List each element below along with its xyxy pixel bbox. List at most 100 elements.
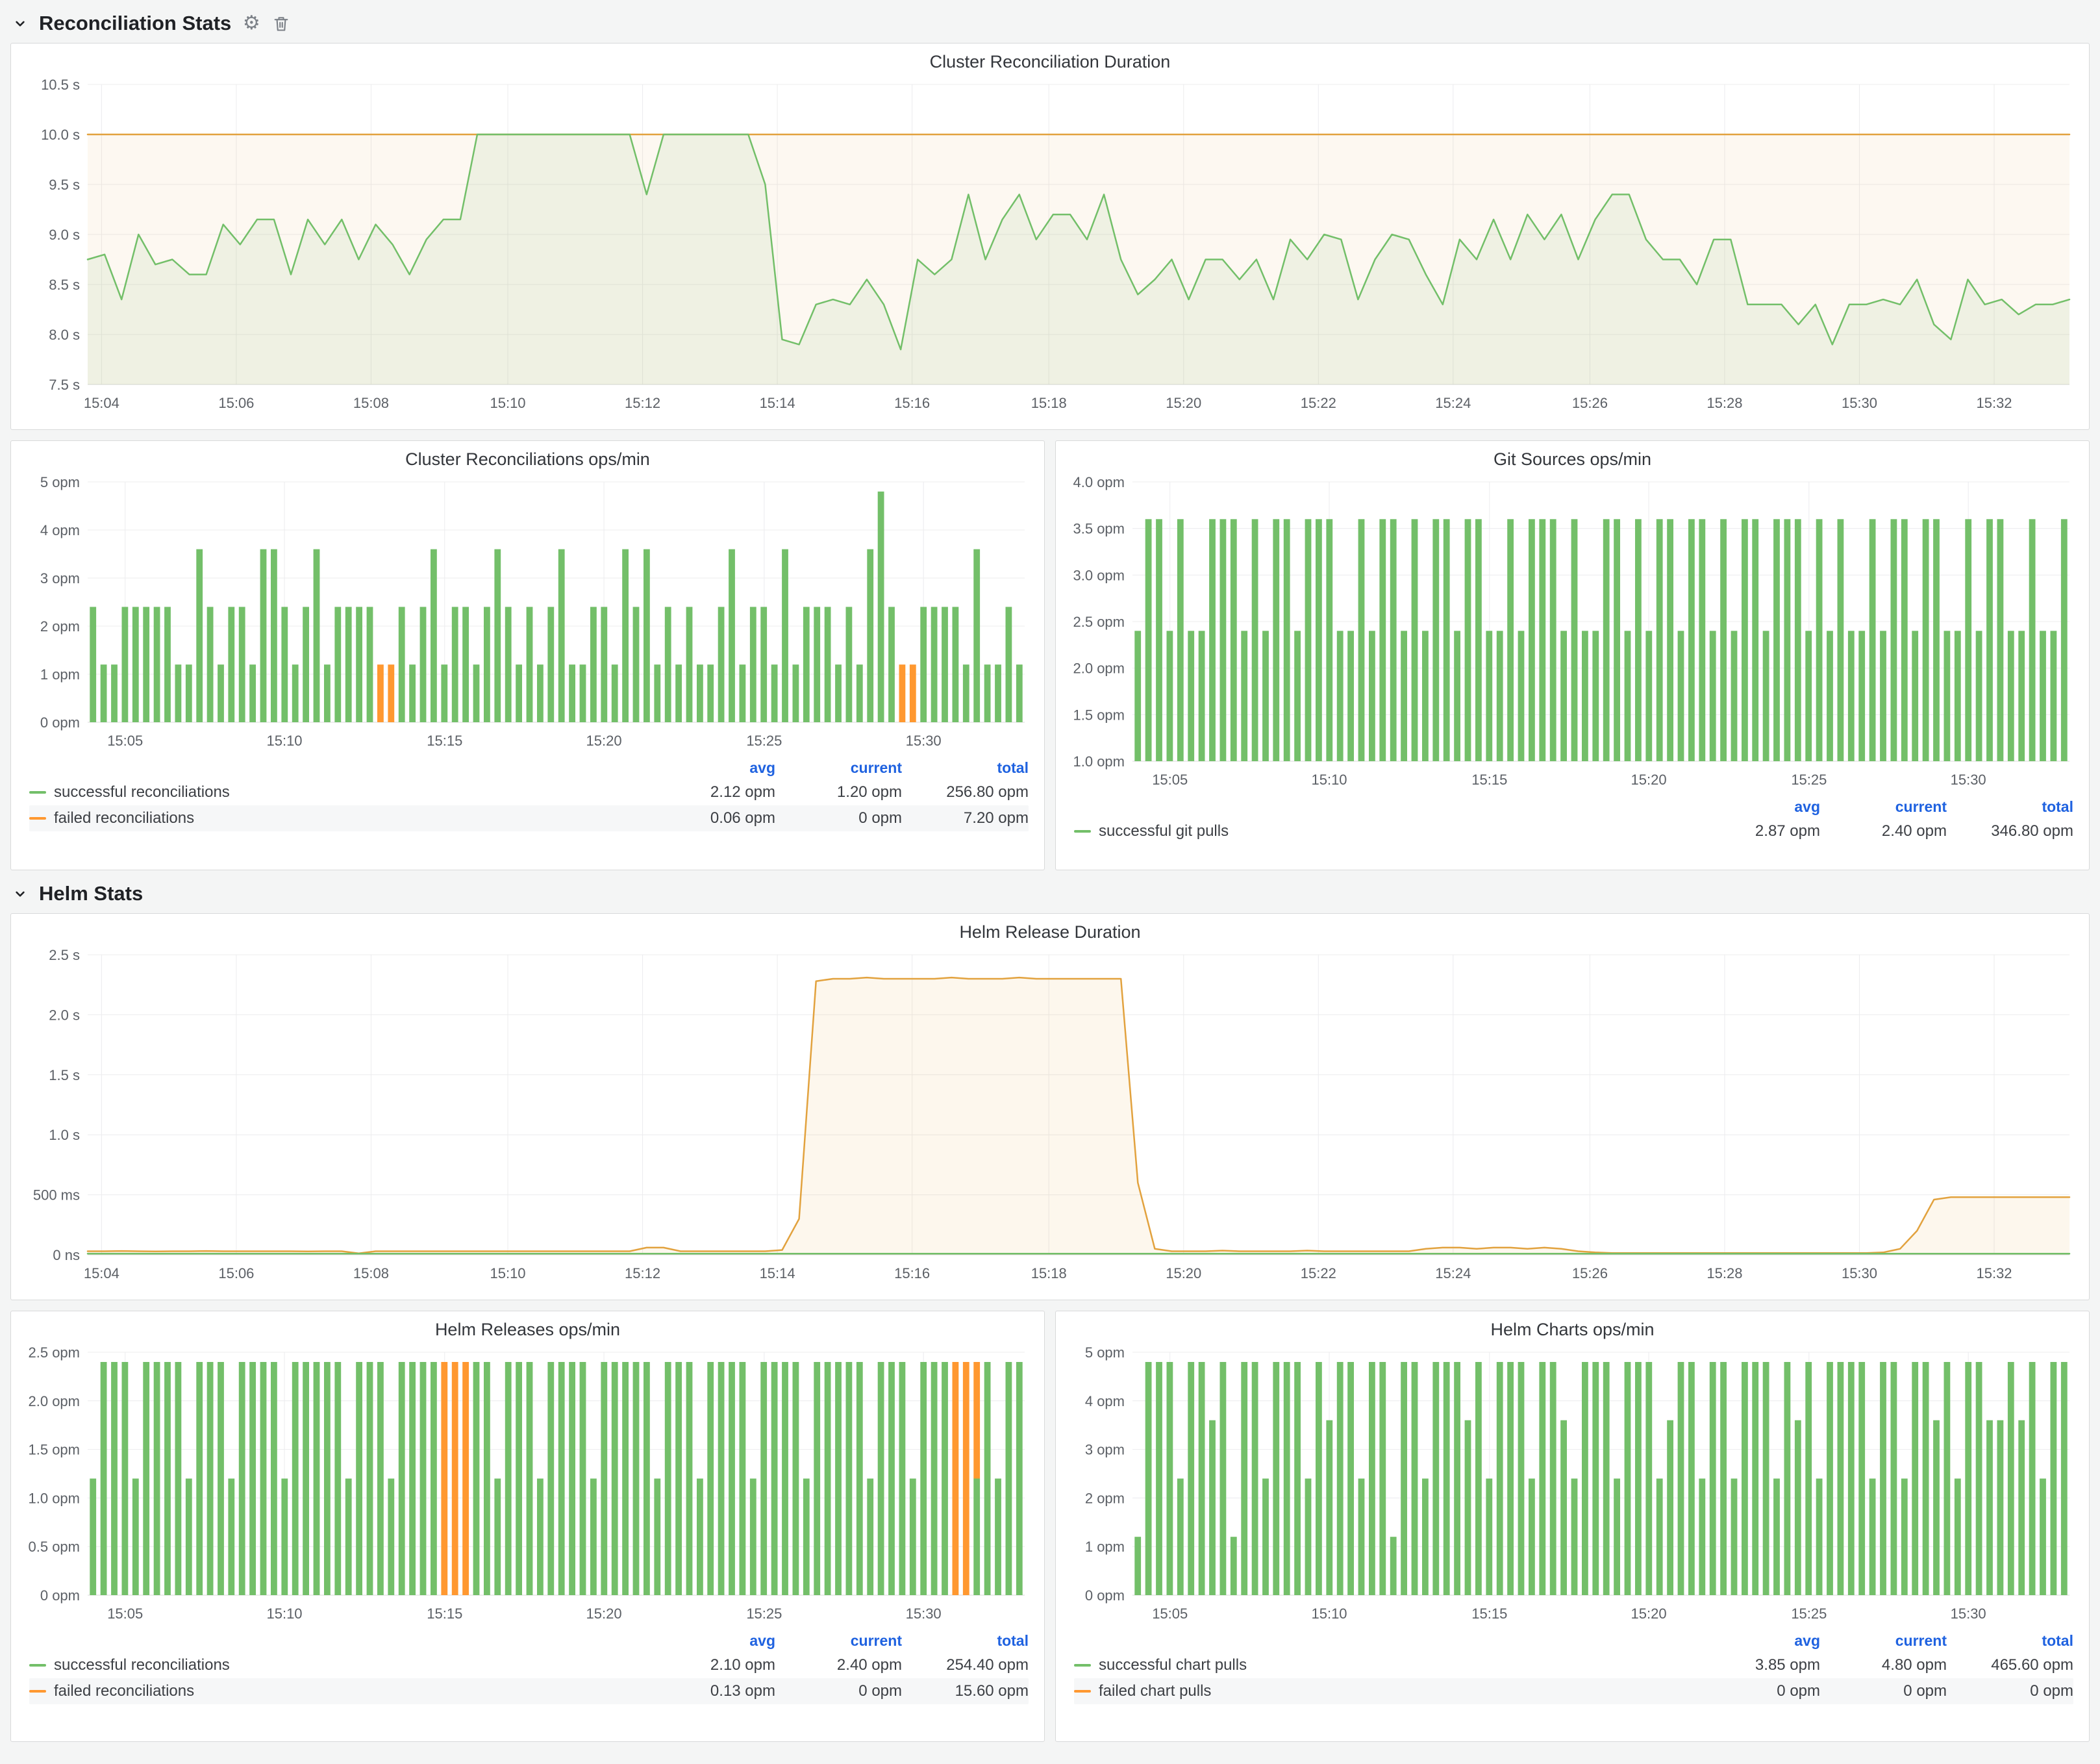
series-name: failed chart pulls [1099,1682,1211,1700]
svg-text:0 opm: 0 opm [40,1587,80,1604]
svg-text:15:05: 15:05 [107,733,143,749]
legend-series-label[interactable]: failed chart pulls [1074,1682,1694,1700]
panel-title[interactable]: Cluster Reconciliations ops/min [11,441,1044,472]
svg-text:15:30: 15:30 [1842,395,1877,411]
svg-text:15:10: 15:10 [490,395,525,411]
svg-text:15:05: 15:05 [1152,772,1188,788]
svg-text:2.0 opm: 2.0 opm [29,1393,81,1409]
legend-col-avg[interactable]: avg [649,1632,775,1650]
chart-svg: 15:0415:0615:0815:1015:1215:1415:1615:18… [16,74,2084,417]
svg-text:15:18: 15:18 [1031,1265,1067,1281]
svg-text:15:04: 15:04 [84,1265,119,1281]
svg-text:15:05: 15:05 [1152,1606,1188,1622]
section-header-helm[interactable]: Helm Stats [0,874,2100,913]
series-current: 0 opm [775,809,902,827]
svg-text:15:24: 15:24 [1435,395,1471,411]
legend-row: failed chart pulls 0 opm 0 opm 0 opm [1074,1678,2073,1704]
svg-text:9.0 s: 9.0 s [49,227,80,243]
trash-icon[interactable] [271,14,291,33]
svg-text:15:22: 15:22 [1301,395,1336,411]
legend-col-avg[interactable]: avg [1694,798,1820,816]
svg-text:3 opm: 3 opm [1085,1442,1125,1458]
timeseries-chart-cluster-duration[interactable]: 15:0415:0615:0815:1015:1215:1415:1615:18… [16,74,2084,417]
series-current: 2.40 opm [775,1656,902,1674]
legend-col-avg[interactable]: avg [649,759,775,777]
svg-text:1.5 opm: 1.5 opm [29,1442,81,1458]
svg-text:15:14: 15:14 [760,1265,795,1281]
svg-text:1 opm: 1 opm [40,666,80,683]
legend-series-label[interactable]: successful reconciliations [29,783,649,801]
legend-col-total[interactable]: total [1947,798,2073,816]
svg-text:15:15: 15:15 [427,733,462,749]
svg-text:15:20: 15:20 [1166,1265,1201,1281]
series-avg: 3.85 opm [1694,1656,1820,1674]
chart-svg: 15:0515:1015:1515:2015:2515:300 opm1 opm… [1061,1342,2084,1628]
legend-col-total[interactable]: total [902,759,1029,777]
legend-col-total[interactable]: total [1947,1632,2073,1650]
svg-text:15:30: 15:30 [1951,1606,1986,1622]
svg-text:1 opm: 1 opm [1085,1539,1125,1555]
svg-text:15:06: 15:06 [218,395,254,411]
legend-row: failed reconciliations 0.13 opm 0 opm 15… [29,1678,1029,1704]
svg-text:15:22: 15:22 [1301,1265,1336,1281]
legend-col-current[interactable]: current [775,1632,902,1650]
series-total: 256.80 opm [902,783,1029,801]
panel-title[interactable]: Cluster Reconciliation Duration [11,44,2089,74]
svg-text:2 opm: 2 opm [40,618,80,635]
svg-text:15:26: 15:26 [1572,1265,1608,1281]
svg-text:15:20: 15:20 [586,733,622,749]
series-avg: 2.87 opm [1694,822,1820,840]
svg-text:15:25: 15:25 [746,733,782,749]
bar-chart-helm-releases[interactable]: 15:0515:1015:1515:2015:2515:300 opm0.5 o… [16,1342,1039,1628]
legend-series-label[interactable]: failed reconciliations [29,1682,649,1700]
svg-text:2.0 s: 2.0 s [49,1007,80,1023]
bar-chart-helm-charts[interactable]: 15:0515:1015:1515:2015:2515:300 opm1 opm… [1061,1342,2084,1628]
legend-col-current[interactable]: current [1820,798,1947,816]
svg-text:15:12: 15:12 [625,1265,660,1281]
series-avg: 0.13 opm [649,1682,775,1700]
svg-text:1.0 opm: 1.0 opm [29,1490,81,1506]
legend-col-current[interactable]: current [1820,1632,1947,1650]
panel-title[interactable]: Helm Release Duration [11,914,2089,944]
svg-text:15:30: 15:30 [1842,1265,1877,1281]
gear-icon[interactable]: ⚙ [242,14,261,33]
svg-text:15:05: 15:05 [107,1606,143,1622]
svg-text:15:10: 15:10 [490,1265,525,1281]
panel-cluster-reconciliations-ops: Cluster Reconciliations ops/min 15:05 15:… [10,440,1045,870]
legend-row: failed reconciliations 0.06 opm 0 opm 7.… [29,805,1029,831]
series-avg: 2.12 opm [649,783,775,801]
legend: avg current total successful reconciliat… [11,755,1044,835]
panel-helm-charts-ops: Helm Charts ops/min 15:0515:1015:1515:20… [1055,1311,2090,1742]
panel-title[interactable]: Git Sources ops/min [1056,441,2089,472]
panel-title[interactable]: Helm Releases ops/min [11,1311,1044,1342]
legend-col-total[interactable]: total [902,1632,1029,1650]
svg-text:15:26: 15:26 [1572,395,1608,411]
panel-helm-release-duration: Helm Release Duration 15:0415:0615:0815:… [10,913,2090,1300]
section-title: Reconciliation Stats [39,12,231,35]
legend-series-label[interactable]: successful git pulls [1074,822,1694,840]
bar-chart-cluster-reconciliations[interactable]: 15:0515:1015:1515:2015:2515:300 opm1 opm… [16,472,1039,755]
svg-text:3.5 opm: 3.5 opm [1073,521,1125,537]
series-name: successful reconciliations [54,783,230,801]
timeseries-chart-helm-duration[interactable]: 15:0415:0615:0815:1015:1215:1415:1615:18… [16,944,2084,1287]
legend-col-current[interactable]: current [775,759,902,777]
svg-text:4 opm: 4 opm [1085,1393,1125,1409]
svg-text:1.5 s: 1.5 s [49,1067,80,1083]
svg-text:15:30: 15:30 [906,733,942,749]
legend-series-label[interactable]: failed reconciliations [29,809,649,827]
legend-header: avg current total [1074,795,2073,818]
panel-title[interactable]: Helm Charts ops/min [1056,1311,2089,1342]
svg-text:9.5 s: 9.5 s [49,177,80,193]
legend-row: successful chart pulls 3.85 opm 4.80 opm… [1074,1652,2073,1678]
section-header-reconciliation[interactable]: Reconciliation Stats ⚙ [0,4,2100,43]
series-color-dash [29,817,46,820]
legend-row: successful git pulls 2.87 opm 2.40 opm 3… [1074,818,2073,844]
series-total: 346.80 opm [1947,822,2073,840]
legend-series-label[interactable]: successful reconciliations [29,1656,649,1674]
bar-chart-git-sources[interactable]: 15:0515:1015:1515:2015:2515:301.0 opm1.5… [1061,472,2084,794]
legend-col-avg[interactable]: avg [1694,1632,1820,1650]
svg-text:15:25: 15:25 [746,1606,782,1622]
chevron-down-icon [12,15,29,32]
svg-text:2.5 opm: 2.5 opm [1073,614,1125,630]
legend-series-label[interactable]: successful chart pulls [1074,1656,1694,1674]
